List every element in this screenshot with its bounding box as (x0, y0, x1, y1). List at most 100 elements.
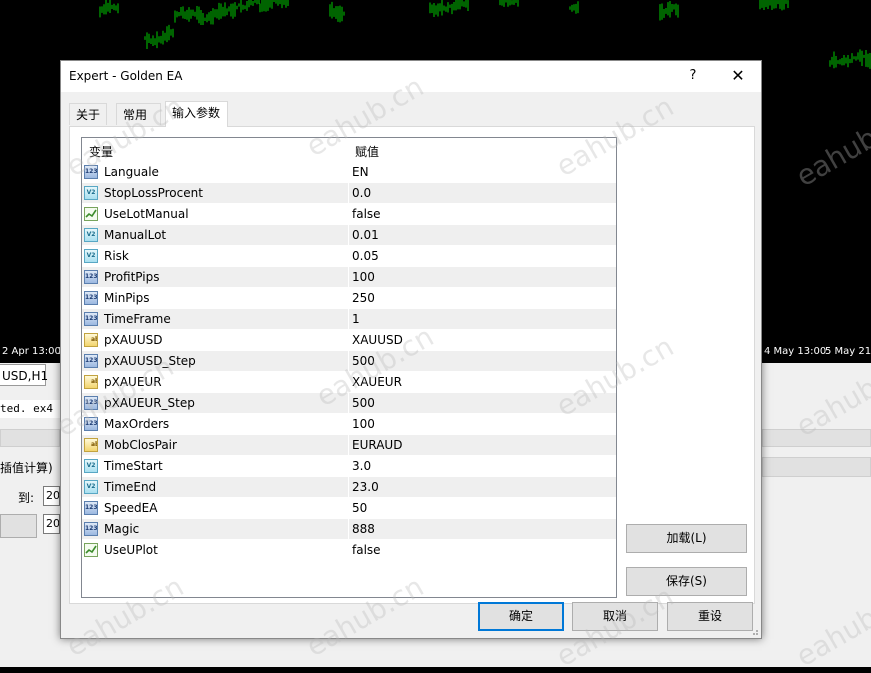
tab-inputs[interactable]: 输入参数 (165, 101, 228, 127)
table-row[interactable]: V2 TimeStart 3.0 (82, 456, 616, 477)
table-row[interactable]: ab pXAUUSD XAUUSD (82, 330, 616, 351)
tab-common[interactable]: 常用 (116, 103, 161, 125)
column-divider (348, 162, 349, 182)
chart-tab[interactable]: USD,H1 (0, 364, 48, 386)
double-icon: V2 (84, 459, 98, 473)
table-row[interactable]: 123 MaxOrders 100 (82, 414, 616, 435)
parameter-value[interactable]: 100 (352, 270, 375, 284)
table-row[interactable]: 123 SpeedEA 50 (82, 498, 616, 519)
column-divider (348, 351, 349, 371)
ok-button[interactable]: 确定 (478, 602, 564, 631)
parameter-value[interactable]: 23.0 (352, 480, 379, 494)
parameter-value[interactable]: 0.0 (352, 186, 371, 200)
double-icon: V2 (84, 480, 98, 494)
table-row[interactable]: 123 pXAUUSD_Step 500 (82, 351, 616, 372)
cancel-button[interactable]: 取消 (572, 602, 658, 631)
parameter-value[interactable]: false (352, 207, 381, 221)
double-icon: V2 (84, 186, 98, 200)
calc-mode-label: 插值计算) (0, 461, 53, 475)
parameter-value[interactable]: 1 (352, 312, 360, 326)
table-row[interactable]: ab MobClosPair EURAUD (82, 435, 616, 456)
table-row[interactable]: 123 TimeFrame 1 (82, 309, 616, 330)
column-divider (348, 393, 349, 413)
time-label: 5 May 21:0 (825, 346, 871, 357)
int-icon: 123 (84, 270, 98, 284)
string-icon: ab (84, 438, 98, 452)
parameter-name: SpeedEA (104, 501, 158, 515)
table-row[interactable]: UseUPlot false (82, 540, 616, 561)
table-row[interactable]: UseLotManual false (82, 204, 616, 225)
column-divider (348, 498, 349, 518)
table-row[interactable]: V2 Risk 0.05 (82, 246, 616, 267)
table-row[interactable]: V2 ManualLot 0.01 (82, 225, 616, 246)
column-divider (348, 204, 349, 224)
time-label: 4 May 13:00 (764, 346, 827, 357)
column-divider (348, 435, 349, 455)
parameter-name: MobClosPair (104, 438, 177, 452)
int-icon: 123 (84, 165, 98, 179)
parameter-value[interactable]: 888 (352, 522, 375, 536)
int-icon: 123 (84, 291, 98, 305)
int-icon: 123 (84, 522, 98, 536)
parameter-value[interactable]: 50 (352, 501, 367, 515)
parameter-value[interactable]: false (352, 543, 381, 557)
parameter-value[interactable]: EURAUD (352, 438, 402, 452)
parameter-name: pXAUUSD (104, 333, 163, 347)
parameter-value[interactable]: 500 (352, 396, 375, 410)
table-row[interactable]: 123 ProfitPips 100 (82, 267, 616, 288)
bool-icon (84, 543, 98, 557)
title-bar[interactable]: Expert - Golden EA ? ✕ (61, 61, 761, 92)
column-header-variable[interactable]: 变量 (89, 143, 113, 160)
table-row[interactable]: ab pXAUEUR XAUEUR (82, 372, 616, 393)
double-icon: V2 (84, 228, 98, 242)
parameters-table: 变量 赋值 123 Languale EN V2 StopLossProcent 0.0 U… (81, 137, 617, 598)
table-header: 变量 赋值 (82, 138, 616, 162)
column-divider (348, 330, 349, 350)
parameter-value[interactable]: XAUUSD (352, 333, 403, 347)
parameter-name: ManualLot (104, 228, 167, 242)
resize-grip-icon[interactable] (749, 626, 759, 636)
double-icon: V2 (84, 249, 98, 263)
parameter-name: MaxOrders (104, 417, 170, 431)
table-row[interactable]: 123 pXAUEUR_Step 500 (82, 393, 616, 414)
parameter-value[interactable]: 500 (352, 354, 375, 368)
save-button[interactable]: 保存(S) (626, 567, 747, 596)
background-button[interactable] (0, 514, 37, 538)
parameter-value[interactable]: 3.0 (352, 459, 371, 473)
int-icon: 123 (84, 312, 98, 326)
parameter-name: pXAUEUR (104, 375, 162, 389)
tab-about[interactable]: 关于 (69, 103, 107, 125)
table-row[interactable]: 123 Languale EN (82, 162, 616, 183)
column-divider (348, 309, 349, 329)
parameter-value[interactable]: 250 (352, 291, 375, 305)
table-row[interactable]: 123 Magic 888 (82, 519, 616, 540)
column-header-value[interactable]: 赋值 (355, 143, 379, 160)
to-date-label: 到: (18, 491, 35, 505)
parameter-value[interactable]: 0.05 (352, 249, 379, 263)
parameter-value[interactable]: XAUEUR (352, 375, 402, 389)
date-input[interactable]: 202 (43, 514, 60, 534)
table-row[interactable]: V2 StopLossProcent 0.0 (82, 183, 616, 204)
parameter-name: TimeFrame (104, 312, 171, 326)
table-row[interactable]: V2 TimeEnd 23.0 (82, 477, 616, 498)
close-icon[interactable]: ✕ (723, 63, 753, 89)
parameter-name: Magic (104, 522, 140, 536)
column-divider (348, 225, 349, 245)
column-divider (348, 456, 349, 476)
string-icon: ab (84, 333, 98, 347)
parameter-value[interactable]: 100 (352, 417, 375, 431)
date-input[interactable]: 202 (43, 486, 60, 506)
table-row[interactable]: 123 MinPips 250 (82, 288, 616, 309)
parameter-value[interactable]: 0.01 (352, 228, 379, 242)
column-divider (348, 519, 349, 539)
expert-dialog: Expert - Golden EA ? ✕ 关于 常用 输入参数 变量 赋值 … (60, 60, 762, 639)
parameter-name: StopLossProcent (104, 186, 203, 200)
column-divider (348, 246, 349, 266)
settings-bar (0, 429, 60, 447)
parameter-value[interactable]: EN (352, 165, 369, 179)
load-button[interactable]: 加载(L) (626, 524, 747, 553)
column-divider (348, 288, 349, 308)
help-button[interactable]: ? (681, 65, 705, 87)
reset-button[interactable]: 重设 (667, 602, 753, 631)
inputs-panel: 变量 赋值 123 Languale EN V2 StopLossProcent 0.0 U… (69, 126, 755, 604)
